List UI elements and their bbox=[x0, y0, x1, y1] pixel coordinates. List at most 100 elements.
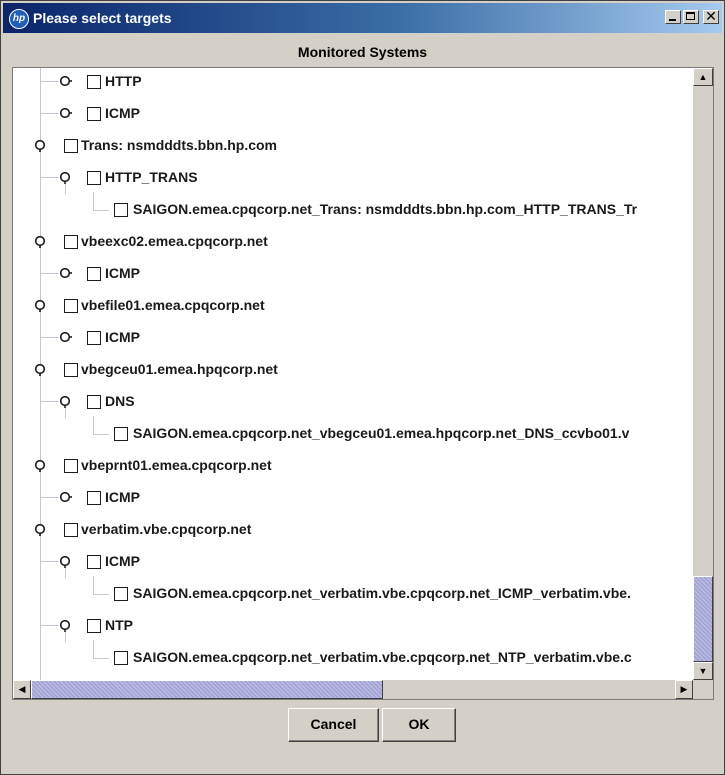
expanded-node-icon[interactable] bbox=[58, 618, 72, 632]
target-checkbox[interactable] bbox=[87, 107, 101, 121]
targets-tree-panel: HTTP ICMP Trans: nsmdddts.bbn.hp.com HTTP_T… bbox=[12, 67, 714, 700]
tree-connector bbox=[93, 658, 109, 659]
scroll-left-button[interactable]: ◀ bbox=[13, 680, 31, 699]
tree-service-row[interactable]: ICMP bbox=[13, 322, 693, 354]
tree-service-row[interactable]: HTTP_TRANS bbox=[13, 162, 693, 194]
tree-connector bbox=[41, 273, 58, 274]
ok-button[interactable]: OK bbox=[382, 708, 456, 742]
tree-item-label: vbefile01.emea.cpqcorp.net bbox=[81, 297, 265, 313]
tree-guide-line bbox=[65, 568, 66, 578]
vertical-scrollbar[interactable]: ▲ ▼ bbox=[693, 68, 713, 680]
hp-logo-icon: hp bbox=[9, 9, 29, 29]
tree-guide-line bbox=[65, 632, 66, 642]
cancel-button[interactable]: Cancel bbox=[288, 708, 379, 742]
expanded-node-icon[interactable] bbox=[58, 554, 72, 568]
expanded-node-icon[interactable] bbox=[33, 522, 47, 536]
tree-connector bbox=[41, 497, 58, 498]
target-checkbox[interactable] bbox=[87, 75, 101, 89]
tree-item-label: DNS bbox=[105, 393, 135, 409]
horizontal-scroll-thumb[interactable] bbox=[31, 680, 383, 699]
target-checkbox[interactable] bbox=[87, 267, 101, 281]
scroll-corner bbox=[693, 680, 713, 699]
tree-connector bbox=[93, 640, 94, 658]
scroll-right-button[interactable]: ▶ bbox=[675, 680, 693, 699]
target-checkbox[interactable] bbox=[64, 459, 78, 473]
tree-system-row[interactable]: Trans: nsmdddts.bbn.hp.com bbox=[13, 130, 693, 162]
tree-connector bbox=[41, 113, 58, 114]
expanded-node-icon[interactable] bbox=[33, 234, 47, 248]
tree-item-label: verbatim.vbe.cpqcorp.net bbox=[81, 521, 252, 537]
tree-service-row[interactable]: ICMP bbox=[13, 98, 693, 130]
tree-item-label: vbeexc02.emea.cpqcorp.net bbox=[81, 233, 268, 249]
expanded-node-icon[interactable] bbox=[58, 170, 72, 184]
target-checkbox[interactable] bbox=[64, 139, 78, 153]
target-checkbox[interactable] bbox=[87, 491, 101, 505]
target-checkbox[interactable] bbox=[64, 235, 78, 249]
targets-tree[interactable]: HTTP ICMP Trans: nsmdddts.bbn.hp.com HTTP_T… bbox=[13, 68, 693, 680]
tree-item-label: ICMP bbox=[105, 329, 140, 345]
target-checkbox[interactable] bbox=[114, 651, 128, 665]
collapsed-node-icon[interactable] bbox=[58, 266, 72, 280]
expanded-node-icon[interactable] bbox=[33, 298, 47, 312]
tree-service-row[interactable]: ICMP bbox=[13, 258, 693, 290]
tree-item-label: ICMP bbox=[105, 265, 140, 281]
title-bar[interactable]: hp Please select targets ✕ bbox=[3, 3, 722, 33]
scroll-up-button[interactable]: ▲ bbox=[693, 68, 713, 86]
target-checkbox[interactable] bbox=[87, 395, 101, 409]
target-checkbox[interactable] bbox=[114, 587, 128, 601]
expanded-node-icon[interactable] bbox=[33, 138, 47, 152]
tree-connector bbox=[93, 576, 94, 594]
tree-service-row[interactable]: HTTP bbox=[13, 68, 693, 98]
tree-system-row[interactable]: verbatim.vbe.cpqcorp.net bbox=[13, 514, 693, 546]
tree-connector bbox=[41, 401, 58, 402]
expanded-node-icon[interactable] bbox=[33, 362, 47, 376]
minimize-button[interactable] bbox=[665, 10, 681, 24]
tree-leaf-row[interactable]: SAIGON.emea.cpqcorp.net_verbatim.vbe.cpq… bbox=[13, 640, 693, 674]
maximize-button[interactable] bbox=[683, 10, 699, 24]
tree-connector bbox=[41, 561, 58, 562]
tree-guide-line bbox=[65, 184, 66, 194]
collapsed-node-icon[interactable] bbox=[58, 106, 72, 120]
tree-item-label: SAIGON.emea.cpqcorp.net_Trans: nsmdddts.… bbox=[133, 201, 638, 217]
tree-item-label: ICMP bbox=[105, 489, 140, 505]
target-checkbox[interactable] bbox=[87, 331, 101, 345]
tree-service-row[interactable]: ICMP bbox=[13, 482, 693, 514]
target-checkbox[interactable] bbox=[64, 523, 78, 537]
target-checkbox[interactable] bbox=[64, 299, 78, 313]
expanded-node-icon[interactable] bbox=[33, 458, 47, 472]
collapsed-node-icon[interactable] bbox=[58, 74, 72, 88]
expanded-node-icon[interactable] bbox=[58, 394, 72, 408]
target-checkbox[interactable] bbox=[87, 619, 101, 633]
tree-item-label: HTTP_TRANS bbox=[105, 169, 198, 185]
horizontal-scrollbar[interactable]: ◀ ▶ bbox=[13, 680, 693, 699]
close-button[interactable]: ✕ bbox=[703, 8, 719, 24]
tree-leaf-row[interactable]: SAIGON.emea.cpqcorp.net_Trans: nsmdddts.… bbox=[13, 192, 693, 226]
tree-connector bbox=[41, 625, 58, 626]
tree-service-row[interactable]: DNS bbox=[13, 386, 693, 418]
scroll-down-button[interactable]: ▼ bbox=[693, 662, 713, 680]
target-checkbox[interactable] bbox=[64, 363, 78, 377]
target-checkbox[interactable] bbox=[87, 171, 101, 185]
tree-service-row[interactable]: NTP bbox=[13, 610, 693, 642]
tree-connector bbox=[93, 416, 94, 434]
collapsed-node-icon[interactable] bbox=[58, 490, 72, 504]
target-checkbox[interactable] bbox=[114, 427, 128, 441]
dialog-window: hp Please select targets ✕ Monitored Sys… bbox=[0, 0, 725, 775]
tree-item-label: SAIGON.emea.cpqcorp.net_verbatim.vbe.cpq… bbox=[133, 649, 632, 665]
target-checkbox[interactable] bbox=[114, 203, 128, 217]
tree-leaf-row[interactable]: SAIGON.emea.cpqcorp.net_vbegceu01.emea.h… bbox=[13, 416, 693, 450]
tree-connector bbox=[41, 337, 58, 338]
tree-system-row[interactable]: vbefile01.emea.cpqcorp.net bbox=[13, 290, 693, 322]
tree-service-row[interactable]: ICMP bbox=[13, 546, 693, 578]
vertical-scroll-thumb[interactable] bbox=[693, 576, 713, 662]
target-checkbox[interactable] bbox=[87, 555, 101, 569]
tree-item-label: ICMP bbox=[105, 105, 140, 121]
tree-leaf-row[interactable]: SAIGON.emea.cpqcorp.net_verbatim.vbe.cpq… bbox=[13, 576, 693, 610]
tree-connector bbox=[41, 81, 58, 82]
tree-connector bbox=[41, 177, 58, 178]
tree-system-row[interactable]: vbeprnt01.emea.cpqcorp.net bbox=[13, 450, 693, 482]
tree-system-row[interactable]: vbeexc02.emea.cpqcorp.net bbox=[13, 226, 693, 258]
arrow-left-icon: ◀ bbox=[18, 684, 26, 694]
collapsed-node-icon[interactable] bbox=[58, 330, 72, 344]
tree-system-row[interactable]: vbegceu01.emea.hpqcorp.net bbox=[13, 354, 693, 386]
